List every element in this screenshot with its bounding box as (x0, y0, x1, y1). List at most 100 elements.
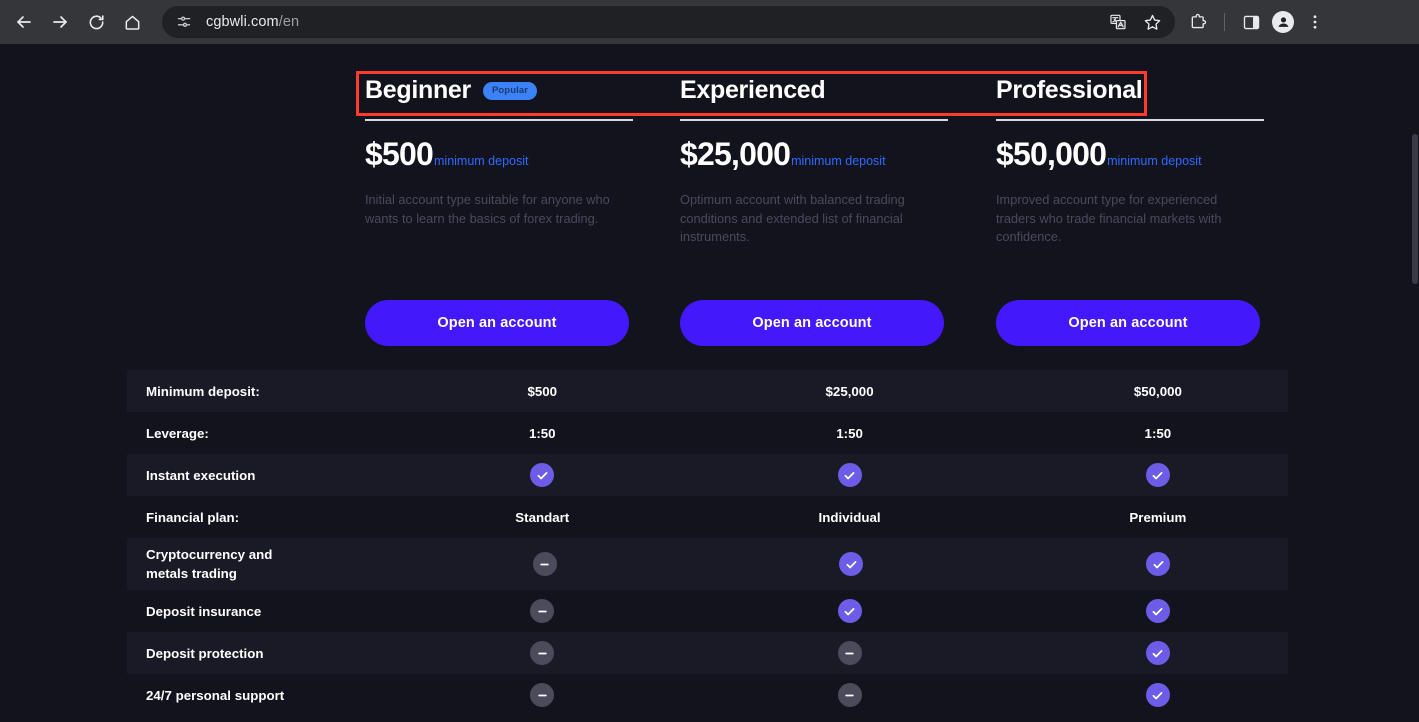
comparison-table: Minimum deposit: $500 $25,000 $50,000 Levera… (127, 370, 1288, 716)
table-row: Instant execution (127, 454, 1288, 496)
plan-description: Improved account type for experienced tr… (996, 192, 1222, 244)
back-button[interactable] (6, 4, 42, 40)
check-icon (1145, 463, 1170, 487)
table-cell: Standart (515, 509, 570, 525)
minus-icon (837, 683, 862, 707)
table-row-label: Deposit insurance (146, 603, 262, 619)
plan-description: Initial account type suitable for anyone… (365, 192, 610, 226)
table-row: Deposit insurance (127, 590, 1288, 632)
plan-title-row: Experienced (680, 68, 948, 112)
check-icon (837, 463, 862, 487)
check-icon (1145, 641, 1170, 665)
plan-column-experienced: Experienced $25,000 minimum deposit Opti… (680, 68, 948, 346)
table-row-label: Instant execution (146, 467, 256, 483)
table-cell (1028, 463, 1288, 487)
table-cell (1028, 599, 1288, 623)
plan-cta-wrap: Open an account (365, 300, 633, 346)
bookmark-button[interactable] (1137, 7, 1167, 37)
check-icon (837, 599, 862, 623)
open-account-button[interactable]: Open an account (996, 300, 1260, 346)
page-scrollbar-thumb[interactable] (1412, 134, 1418, 284)
table-cell (1028, 641, 1288, 665)
url-text: cgbwli.com/en (206, 14, 299, 30)
plan-title: Professional (996, 75, 1143, 104)
plan-price-row: $500 minimum deposit (365, 136, 633, 173)
plan-title-row: Beginner Popular (365, 68, 633, 112)
table-cell (415, 552, 674, 576)
plan-divider (680, 119, 948, 121)
minus-icon (837, 641, 862, 665)
plan-description: Optimum account with balanced trading co… (680, 192, 905, 244)
table-row: Minimum deposit: $500 $25,000 $50,000 (127, 370, 1288, 412)
reload-button[interactable] (78, 4, 114, 40)
check-icon (1145, 683, 1170, 707)
minus-icon (530, 599, 555, 623)
table-row: Deposit protection (127, 632, 1288, 674)
table-cell: $50,000 (1133, 383, 1182, 399)
table-row-label: Leverage: (146, 425, 209, 441)
table-cell: Individual (818, 509, 881, 525)
page-content: Beginner Popular $500 minimum deposit In… (0, 44, 1419, 722)
table-cell (412, 683, 672, 707)
minus-icon (530, 641, 555, 665)
plan-divider (365, 119, 633, 121)
back-arrow-icon (14, 12, 34, 32)
address-bar[interactable]: cgbwli.com/en (162, 6, 1175, 38)
table-row: Financial plan: Standart Individual Premium (127, 496, 1288, 538)
plan-column-professional: Professional $50,000 minimum deposit Imp… (996, 68, 1264, 346)
minus-icon (532, 552, 557, 576)
forward-button[interactable] (42, 4, 78, 40)
reload-icon (87, 13, 106, 32)
open-account-button[interactable]: Open an account (365, 300, 629, 346)
table-cell: $25,000 (825, 383, 874, 399)
minus-icon (530, 683, 555, 707)
extensions-button[interactable] (1183, 7, 1213, 37)
table-cell (412, 641, 672, 665)
side-panel-button[interactable] (1236, 7, 1266, 37)
toolbar-divider (1224, 13, 1225, 31)
translate-button[interactable] (1103, 7, 1133, 37)
table-row: 24/7 personal support (127, 674, 1288, 716)
table-cell (719, 599, 979, 623)
table-cell: Premium (1129, 509, 1187, 525)
table-cell (412, 463, 672, 487)
page-scrollbar-track[interactable] (1411, 88, 1419, 722)
plan-price: $50,000 (996, 136, 1107, 172)
table-row-label: Cryptocurrency and metals trading (146, 547, 273, 581)
table-row-label: Deposit protection (146, 645, 264, 661)
plan-price-row: $25,000 minimum deposit (680, 136, 948, 173)
check-icon (1146, 552, 1171, 576)
plan-column-beginner: Beginner Popular $500 minimum deposit In… (365, 68, 633, 346)
forward-arrow-icon (50, 12, 70, 32)
three-dot-menu-button[interactable] (1300, 7, 1330, 37)
table-row-label: Minimum deposit: (146, 383, 260, 399)
table-cell (722, 552, 981, 576)
table-cell (412, 599, 672, 623)
navigation-buttons (0, 4, 150, 40)
table-cell: $500 (527, 383, 558, 399)
home-button[interactable] (114, 4, 150, 40)
popular-badge: Popular (482, 82, 538, 100)
plan-price-caption: minimum deposit (1107, 154, 1202, 168)
table-row-label: Financial plan: (146, 509, 240, 525)
plan-divider (996, 119, 1264, 121)
site-settings-icon[interactable] (172, 10, 196, 34)
table-cell (1029, 552, 1288, 576)
table-cell (1028, 683, 1288, 707)
table-cell: 1:50 (528, 425, 556, 441)
profile-button[interactable] (1268, 7, 1298, 37)
plan-price: $25,000 (680, 136, 791, 172)
check-icon (1145, 599, 1170, 623)
plan-title: Experienced (680, 75, 826, 104)
table-cell: 1:50 (836, 425, 863, 441)
table-cell (719, 683, 979, 707)
plan-price: $500 (365, 136, 434, 172)
plan-columns: Beginner Popular $500 minimum deposit In… (365, 68, 1265, 363)
open-account-button[interactable]: Open an account (680, 300, 944, 346)
table-cell: 1:50 (1144, 425, 1172, 441)
profile-avatar-icon (1272, 11, 1294, 33)
plan-title: Beginner (365, 75, 471, 104)
browser-toolbar: cgbwli.com/en (0, 0, 1419, 44)
address-bar-actions (1103, 7, 1167, 37)
url-path: /en (278, 14, 300, 30)
